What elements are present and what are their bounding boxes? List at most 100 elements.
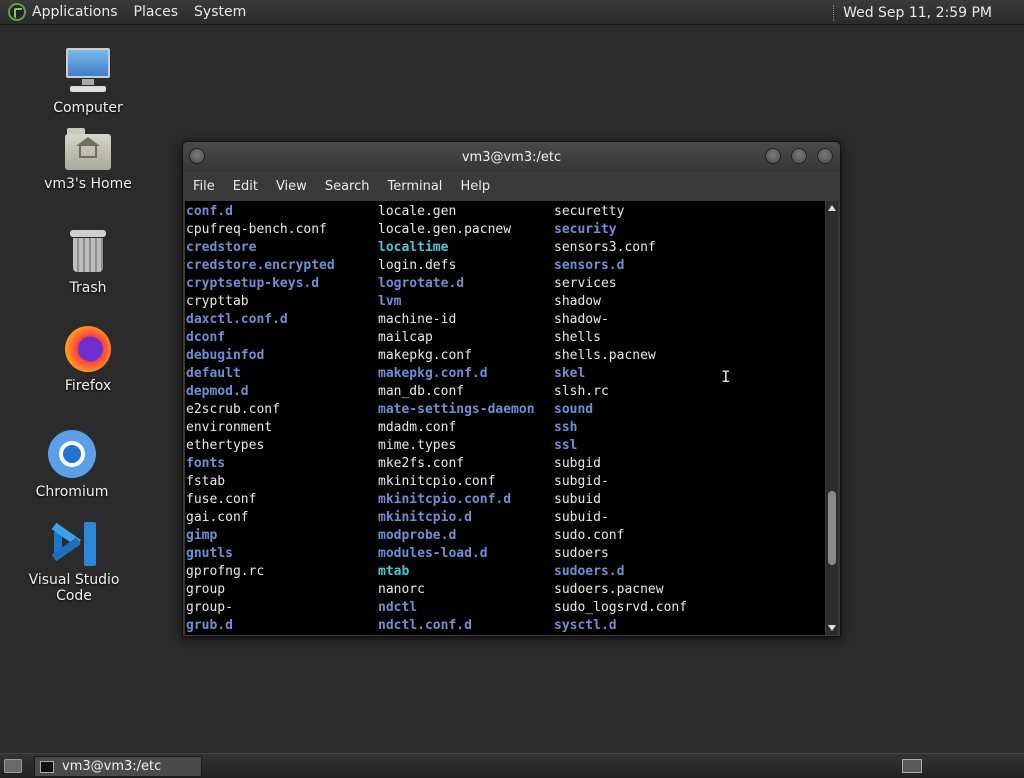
listing-entry: subgid [554,456,601,471]
desktop-icon-vscode[interactable]: Visual Studio Code [9,522,139,604]
menu-view[interactable]: View [276,179,307,194]
listing-entry: sudo.conf [554,528,625,543]
scrollbar-thumb[interactable] [828,491,836,565]
taskbar-item-terminal[interactable]: vm3@vm3:/etc [34,756,202,777]
close-button[interactable] [817,148,833,164]
panel-separator [833,4,835,21]
menu-edit[interactable]: Edit [233,179,258,194]
window-title: vm3@vm3:/etc [461,149,562,165]
show-desktop-icon[interactable] [4,759,22,773]
menu-system[interactable]: System [194,4,246,20]
desktop-icon-chromium[interactable]: Chromium [7,430,137,500]
clock[interactable]: Wed Sep 11, 2:59 PM [843,5,992,21]
desktop-icon-label: Computer [53,100,123,116]
firefox-icon [65,326,111,372]
listing-entry: mailcap [378,330,433,345]
listing-entry: gnutls [186,546,233,561]
desktop-icon-trash[interactable]: Trash [23,230,153,296]
listing-entry: mkinitcpio.conf.d [378,492,512,507]
listing-entry: sensors.d [554,258,625,273]
listing-entry: crypttab [186,294,249,309]
listing-entry: subuid- [554,510,609,525]
menu-search[interactable]: Search [325,179,370,194]
desktop-icon-label: vm3's Home [44,176,132,192]
menu-terminal[interactable]: Terminal [387,179,442,194]
listing-entry: shadow- [554,312,609,327]
taskbar-item-label: vm3@vm3:/etc [62,759,162,774]
listing-entry: sysctl.d [554,618,617,633]
listing-column-2: locale.gen locale.gen.pacnew localtime logi… [378,203,535,635]
terminal-output[interactable]: conf.d cpufreq-bench.conf credstore credsto… [185,201,825,635]
listing-entry: localtime [378,240,449,255]
listing-entry: shadow [554,294,601,309]
desktop-icon-firefox[interactable]: Firefox [23,326,153,394]
listing-entry: subuid [554,492,601,507]
listing-entry: securetty [554,204,625,219]
listing-entry: ndctl.conf.d [378,618,472,633]
window-menu-icon[interactable] [189,148,205,164]
listing-entry: depmod.d [186,384,249,399]
listing-entry: mate-settings-daemon [378,402,535,417]
listing-entry: mkinitcpio.conf [378,474,496,489]
listing-entry: e2scrub.conf [186,402,280,417]
listing-entry: sudo_logsrvd.conf [554,600,688,615]
listing-entry: fstab [186,474,226,489]
desktop-icon-label: Visual Studio Code [28,572,120,604]
listing-entry: sudoers.d [554,564,625,579]
listing-entry: machine-id [378,312,457,327]
listing-entry: locale.gen [378,204,457,219]
desktop-icon-computer[interactable]: Computer [23,46,153,116]
listing-entry: conf.d [186,204,233,219]
menu-help[interactable]: Help [460,179,490,194]
listing-entry: man_db.conf [378,384,465,399]
listing-entry: cryptsetup-keys.d [186,276,320,291]
scroll-up-arrow-icon[interactable] [828,205,836,211]
menu-places[interactable]: Places [134,4,179,20]
top-panel: Applications Places System Wed Sep 11, 2… [0,0,1024,25]
listing-entry: gprofng.rc [186,564,265,579]
desktop-icon-label: Firefox [64,378,112,394]
listing-entry: lvm [378,294,402,309]
listing-entry: services [554,276,617,291]
listing-entry: security [554,222,617,237]
listing-entry: daxctl.conf.d [186,312,288,327]
desktop-icon-home[interactable]: vm3's Home [23,128,153,192]
terminal-scrollbar[interactable] [826,201,838,635]
menu-file[interactable]: File [193,179,215,194]
desktop-icon-label: Trash [69,280,107,296]
listing-column-1: conf.d cpufreq-bench.conf credstore credsto… [186,203,335,635]
terminal-window[interactable]: vm3@vm3:/etc File Edit View Search Termi… [182,141,841,637]
listing-entry: mtab [378,564,410,579]
workspace-switcher[interactable] [902,759,922,773]
listing-entry: default [186,366,241,381]
listing-entry: subgid- [554,474,609,489]
chromium-icon [48,430,96,478]
listing-entry: modprobe.d [378,528,457,543]
listing-entry: ethertypes [186,438,265,453]
text-cursor-icon: I [721,367,731,386]
minimize-button[interactable] [765,148,781,164]
listing-entry: mke2fs.conf [378,456,465,471]
listing-entry: credstore.encrypted [186,258,335,273]
window-titlebar[interactable]: vm3@vm3:/etc [183,142,840,172]
listing-entry: mkinitcpio.d [378,510,472,525]
listing-entry: ssh [554,420,578,435]
maximize-button[interactable] [791,148,807,164]
home-folder-icon [65,128,111,170]
listing-entry: slsh.rc [554,384,609,399]
listing-entry: sensors3.conf [554,240,656,255]
listing-entry: nanorc [378,582,425,597]
listing-entry: cpufreq-bench.conf [186,222,327,237]
listing-entry: makepkg.conf [378,348,472,363]
distro-logo-icon[interactable] [8,3,26,21]
listing-entry: skel [554,366,586,381]
listing-entry: debuginfod [186,348,265,363]
listing-entry: mime.types [378,438,457,453]
listing-entry: ndctl [378,600,418,615]
menu-applications[interactable]: Applications [32,4,118,20]
listing-entry: fonts [186,456,226,471]
listing-entry: logrotate.d [378,276,465,291]
scroll-down-arrow-icon[interactable] [828,625,836,631]
listing-entry: environment [186,420,273,435]
desktop-icon-label: Chromium [35,484,109,500]
